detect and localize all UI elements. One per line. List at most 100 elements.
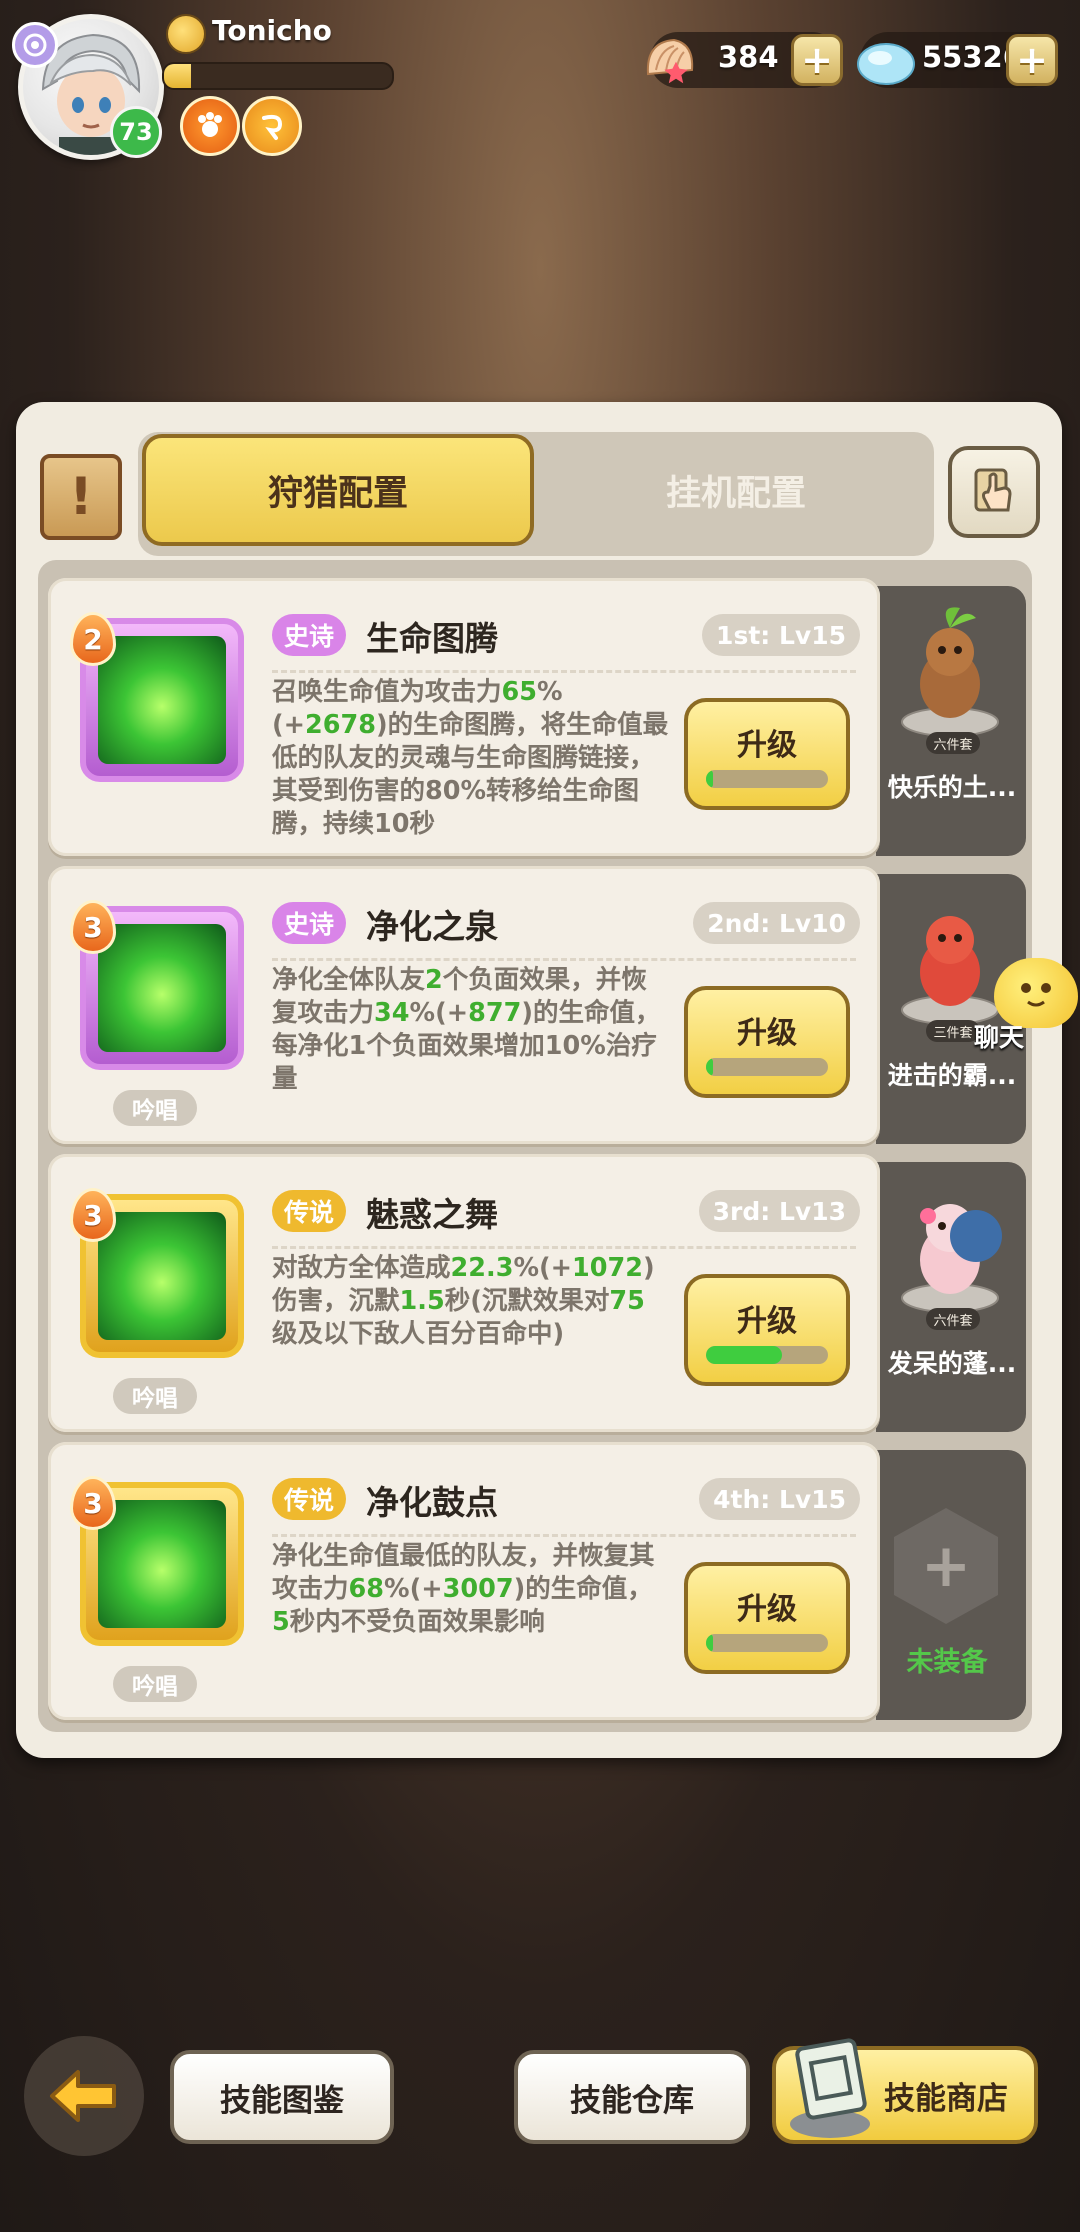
pet-figure[interactable] <box>888 1176 1014 1316</box>
pet-figure[interactable] <box>888 600 1014 740</box>
chant-tag: 吟唱 <box>113 1378 197 1414</box>
desc-value: 2678 <box>305 710 377 740</box>
xp-bar-fill <box>164 64 192 88</box>
desc-value: 3007 <box>442 1574 514 1604</box>
skill-description: 召唤生命值为攻击力65%(+2678)的生命图腾，将生命值最低的队友的灵魂与生命… <box>272 676 670 841</box>
player-title-icon <box>166 14 206 54</box>
upgrade-progress-bar <box>706 1058 828 1076</box>
upgrade-progress-fill <box>706 770 714 788</box>
upgrade-progress-bar <box>706 770 828 788</box>
tab-hunting-config[interactable]: 狩猎配置 <box>142 434 534 546</box>
divider <box>272 1534 856 1537</box>
desc-value: 68 <box>348 1574 385 1604</box>
desc-value: 5 <box>272 1607 290 1637</box>
player-level-badge: 73 <box>110 106 162 158</box>
slot-badge-wrap: 3rd: Lv13 <box>272 1190 860 1232</box>
pet-figurine-icon <box>901 607 999 737</box>
tap-hand-icon <box>974 468 1012 512</box>
skill-warehouse-button[interactable]: 技能仓库 <box>514 2050 750 2144</box>
upgrade-button[interactable]: 升级 <box>684 986 850 1098</box>
unequipped-label: 未装备 <box>906 1647 988 1678</box>
desc-value: 1072 <box>572 1253 643 1283</box>
skill-art-icon <box>98 924 226 1052</box>
scroll-notice-icon[interactable]: ! <box>40 454 122 540</box>
skill-art-icon <box>98 636 226 764</box>
desc-value: 22.3 <box>450 1253 514 1283</box>
upgrade-progress-bar <box>706 1346 828 1364</box>
desc-text: 对敌方全体造成 <box>272 1253 451 1283</box>
tap-guide-button[interactable] <box>948 446 1040 538</box>
upgrade-progress-fill <box>706 1346 782 1364</box>
desc-value: 877 <box>468 998 522 1028</box>
slot-badge-wrap: 1st: Lv15 <box>272 614 860 656</box>
skill-art-icon <box>98 1500 226 1628</box>
pet-name: 快乐的土... <box>887 773 1017 802</box>
skill-shop-label: 技能商店 <box>884 2080 1008 2117</box>
upgrade-button[interactable]: 升级 <box>684 1562 850 1674</box>
player-name: Tonicho <box>212 14 332 47</box>
desc-text: 召唤生命值为攻击力 <box>272 677 502 707</box>
buff-claw-icon[interactable] <box>180 96 240 156</box>
upgrade-progress-fill <box>706 1634 714 1652</box>
slot-level-badge: 3rd: Lv13 <box>698 1190 860 1232</box>
desc-text: %(+ <box>384 1574 443 1604</box>
desc-value: 34 <box>374 998 410 1028</box>
plus-icon: + <box>801 38 833 82</box>
avatar-frame-badge <box>12 22 58 68</box>
desc-text: 秒(沉默效果对 <box>444 1286 610 1316</box>
shell-count: 384 <box>718 40 779 74</box>
upgrade-label: 升级 <box>737 1304 797 1339</box>
upgrade-label: 升级 <box>737 1592 797 1627</box>
desc-text: %(+ <box>513 1253 573 1283</box>
chat-label: 聊天 <box>974 1023 1025 1052</box>
desc-text: 级及以下敌人百分百命中) <box>272 1319 565 1349</box>
divider <box>272 958 856 961</box>
desc-text: 秒内不受负面效果影响 <box>289 1607 545 1637</box>
desc-value: 65 <box>501 677 538 707</box>
add-shell-button[interactable]: + <box>791 34 843 86</box>
plus-icon: + <box>1016 38 1048 82</box>
desc-value: 1.5 <box>399 1286 445 1316</box>
back-button[interactable] <box>24 2036 144 2156</box>
buff-swirl-icon[interactable] <box>242 96 302 156</box>
upgrade-label: 升级 <box>737 1016 797 1051</box>
slot-level-badge: 4th: Lv15 <box>699 1478 860 1520</box>
upgrade-button[interactable]: 升级 <box>684 698 850 810</box>
desc-text: %(+ <box>409 998 469 1028</box>
slot-level-badge: 2nd: Lv10 <box>693 902 860 944</box>
skill-description: 净化全体队友2个负面效果，并恢复攻击力34%(+877)的生命值，每净化1个负面… <box>272 964 670 1096</box>
skill-art-icon <box>98 1212 226 1340</box>
chat-button[interactable]: 聊天 <box>974 958 1080 1058</box>
desc-text: )的生命值， <box>513 1574 653 1604</box>
back-arrow-icon <box>50 2070 116 2122</box>
pet-name: 进击的霸... <box>887 1061 1017 1090</box>
upgrade-button[interactable]: 升级 <box>684 1274 850 1386</box>
pet-set-tag: 六件套 <box>926 732 980 754</box>
shop-book-icon <box>784 2034 880 2142</box>
upgrade-progress-fill <box>706 1058 714 1076</box>
plus-icon: + <box>920 1531 972 1601</box>
add-diamond-button[interactable]: + <box>1006 34 1058 86</box>
upgrade-label: 升级 <box>737 728 797 763</box>
chant-tag: 吟唱 <box>113 1666 197 1702</box>
pet-name: 发呆的蓬... <box>887 1349 1017 1378</box>
shell-icon <box>640 30 702 92</box>
chant-tag: 吟唱 <box>113 1090 197 1126</box>
desc-value: 75 <box>609 1286 645 1316</box>
divider <box>272 670 856 673</box>
pet-set-tag: 三件套 <box>926 1020 980 1042</box>
divider <box>272 1246 856 1249</box>
skill-description: 净化生命值最低的队友，并恢复其攻击力68%(+3007)的生命值，5秒内不受负面… <box>272 1540 670 1639</box>
desc-text: 净化全体队友 <box>272 965 426 995</box>
xp-bar <box>162 62 394 90</box>
skill-codex-button[interactable]: 技能图鉴 <box>170 2050 394 2144</box>
pet-figurine-icon <box>901 1204 1002 1313</box>
tab-idle-config[interactable]: 挂机配置 <box>540 434 932 546</box>
slot-badge-wrap: 4th: Lv15 <box>272 1478 860 1520</box>
pet-set-tag: 六件套 <box>926 1308 980 1330</box>
spiral-icon <box>23 33 47 57</box>
desc-value: 2 <box>425 965 443 995</box>
upgrade-progress-bar <box>706 1634 828 1652</box>
slot-badge-wrap: 2nd: Lv10 <box>272 902 860 944</box>
diamond-icon <box>854 30 918 92</box>
